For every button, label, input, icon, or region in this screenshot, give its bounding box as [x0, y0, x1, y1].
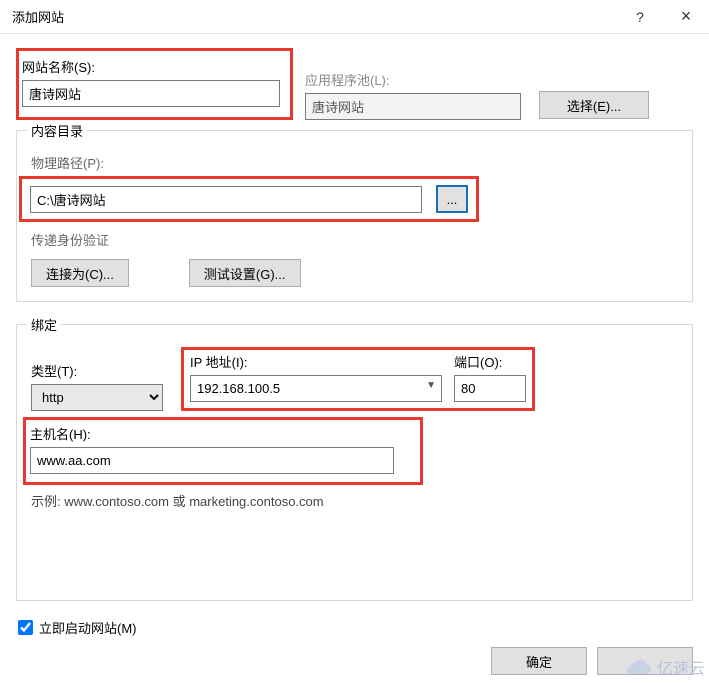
host-input[interactable] — [30, 447, 394, 474]
app-pool-label: 应用程序池(L): — [305, 70, 521, 89]
port-label: 端口(O): — [454, 352, 526, 371]
help-icon: ? — [636, 9, 644, 25]
ip-port-highlight: IP 地址(I): ▼ 端口(O): — [181, 347, 535, 411]
binding-fieldset: 绑定 类型(T): http IP 地址(I): ▼ 端口(O): — [16, 324, 693, 601]
site-name-input[interactable] — [22, 80, 280, 107]
site-name-label: 网站名称(S): — [22, 57, 280, 76]
host-example: 示例: www.contoso.com 或 marketing.contoso.… — [31, 491, 678, 510]
start-now-checkbox[interactable] — [18, 620, 33, 635]
type-label: 类型(T): — [31, 361, 181, 380]
start-now-label: 立即启动网站(M) — [39, 618, 137, 637]
content-dir-fieldset: 内容目录 物理路径(P): ... 传递身份验证 连接为(C)... 测试设置(… — [16, 130, 693, 302]
ok-button[interactable]: 确定 — [491, 647, 587, 675]
pass-through-auth-label: 传递身份验证 — [31, 230, 678, 249]
start-now-row: 立即启动网站(M) — [18, 618, 137, 637]
test-settings-button[interactable]: 测试设置(G)... — [189, 259, 301, 287]
physical-path-label: 物理路径(P): — [31, 153, 678, 172]
chevron-down-icon[interactable]: ▼ — [426, 380, 436, 391]
browse-path-button[interactable]: ... — [436, 185, 468, 213]
ok-label: 确定 — [526, 652, 552, 671]
binding-legend: 绑定 — [27, 315, 61, 334]
help-button[interactable]: ? — [617, 0, 663, 34]
type-select[interactable]: http — [31, 384, 163, 411]
title-bar: 添加网站 ? × — [0, 0, 709, 34]
select-pool-label: 选择(E)... — [567, 96, 621, 115]
select-pool-button[interactable]: 选择(E)... — [539, 91, 649, 119]
cloud-icon — [625, 658, 653, 676]
app-pool-input — [305, 93, 521, 120]
host-label: 主机名(H): — [30, 424, 412, 443]
watermark: 亿速云 — [625, 655, 705, 679]
ip-input[interactable] — [190, 375, 442, 402]
content-dir-legend: 内容目录 — [27, 121, 87, 140]
dialog-content: 网站名称(S): 应用程序池(L): 选择(E)... 内容目录 物理路径(P)… — [0, 34, 709, 601]
connect-as-label: 连接为(C)... — [46, 264, 114, 283]
ellipsis-icon: ... — [447, 192, 458, 207]
port-input[interactable] — [454, 375, 526, 402]
close-button[interactable]: × — [663, 0, 709, 34]
close-icon: × — [681, 6, 692, 27]
host-highlight: 主机名(H): — [23, 417, 423, 485]
connect-as-button[interactable]: 连接为(C)... — [31, 259, 129, 287]
physical-path-input[interactable] — [30, 186, 422, 213]
window-title: 添加网站 — [12, 7, 617, 26]
test-settings-label: 测试设置(G)... — [204, 264, 286, 283]
ip-label: IP 地址(I): — [190, 352, 442, 371]
site-name-highlight: 网站名称(S): — [16, 48, 293, 120]
watermark-text: 亿速云 — [657, 655, 705, 679]
